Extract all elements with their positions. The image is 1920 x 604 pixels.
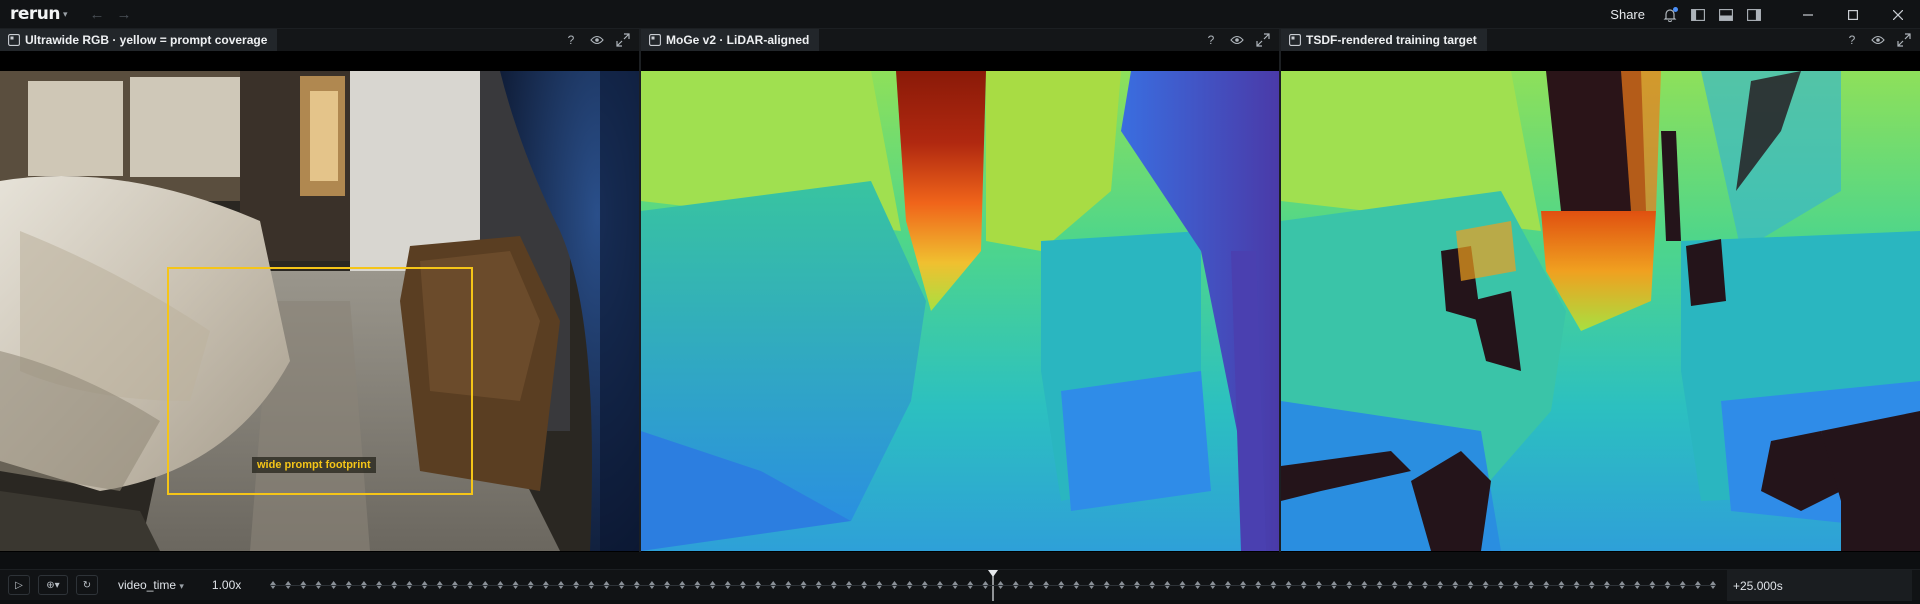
top-right-controls: Share xyxy=(1610,0,1920,29)
timeline-bar: ▷ ⊕▾ ↻ video_time ▾ 1.00x +25.000s xyxy=(0,569,1920,601)
panel-title: MoGe v2 · LiDAR-aligned xyxy=(666,33,810,47)
panel-title: TSDF-rendered training target xyxy=(1306,33,1477,47)
timeline-axis xyxy=(270,585,1716,586)
forward-arrow-icon[interactable]: → xyxy=(117,6,132,23)
moge-depth-image[interactable] xyxy=(641,71,1279,551)
prompt-coverage-label: wide prompt footprint xyxy=(252,457,376,473)
maximize-icon[interactable] xyxy=(1830,0,1875,29)
panel-header: Ultrawide RGB · yellow = prompt coverage… xyxy=(0,29,639,51)
eye-icon[interactable] xyxy=(1229,32,1245,48)
share-button[interactable]: Share xyxy=(1610,7,1645,22)
tsdf-depth-image[interactable] xyxy=(1281,71,1920,551)
moge-depth-panel: MoGe v2 · LiDAR-aligned ? xyxy=(641,29,1279,552)
eye-icon[interactable] xyxy=(1870,32,1886,48)
panel-controls: ? xyxy=(1844,29,1912,51)
image-view-icon xyxy=(649,34,661,46)
question-mark-icon[interactable]: ? xyxy=(1844,32,1860,48)
panel-tab[interactable]: TSDF-rendered training target xyxy=(1281,29,1487,51)
rgb-image[interactable]: wide prompt footprint xyxy=(0,71,639,551)
timeline-selector[interactable]: video_time ▾ xyxy=(118,578,184,592)
chevron-down-icon: ▾ xyxy=(179,581,184,591)
time-offset-field[interactable]: +25.000s xyxy=(1727,570,1912,601)
timeline-track[interactable] xyxy=(270,570,1716,601)
rerun-logo[interactable]: rerun xyxy=(10,4,61,24)
eye-icon[interactable] xyxy=(589,32,605,48)
minimize-icon[interactable] xyxy=(1785,0,1830,29)
expand-icon[interactable] xyxy=(615,32,631,48)
panel-tab[interactable]: MoGe v2 · LiDAR-aligned xyxy=(641,29,820,51)
expand-icon[interactable] xyxy=(1896,32,1912,48)
question-mark-icon[interactable]: ? xyxy=(1203,32,1219,48)
toggle-left-panel-icon[interactable] xyxy=(1687,0,1709,29)
toggle-bottom-panel-icon[interactable] xyxy=(1715,0,1737,29)
timeline-name: video_time xyxy=(118,578,177,592)
bell-icon[interactable] xyxy=(1659,0,1681,29)
top-bar: rerun ▾ ← → Share xyxy=(0,0,1920,29)
playback-speed[interactable]: 1.00x xyxy=(212,578,241,592)
toggle-right-panel-icon[interactable] xyxy=(1743,0,1765,29)
loop-icon[interactable]: ↻ xyxy=(76,575,98,595)
image-view-icon xyxy=(8,34,20,46)
close-icon[interactable] xyxy=(1875,0,1920,29)
expand-icon[interactable] xyxy=(1255,32,1271,48)
panel-tab[interactable]: Ultrawide RGB · yellow = prompt coverage xyxy=(0,29,278,51)
question-mark-icon[interactable]: ? xyxy=(563,32,579,48)
playhead-handle[interactable] xyxy=(988,570,998,577)
follow-playhead-icon[interactable]: ⊕▾ xyxy=(38,575,68,595)
panel-controls: ? xyxy=(1203,29,1271,51)
tsdf-target-panel: TSDF-rendered training target ? xyxy=(1281,29,1920,552)
depth-colormap xyxy=(641,71,1279,551)
panel-controls: ? xyxy=(563,29,631,51)
image-view-icon xyxy=(1289,34,1301,46)
back-arrow-icon[interactable]: ← xyxy=(90,6,105,23)
notification-dot xyxy=(1673,7,1678,12)
history-nav: ← → xyxy=(90,6,132,23)
panel-header: MoGe v2 · LiDAR-aligned ? xyxy=(641,29,1279,51)
depth-colormap xyxy=(1281,71,1920,551)
panel-title: Ultrawide RGB · yellow = prompt coverage xyxy=(25,33,268,47)
play-button[interactable]: ▷ xyxy=(8,575,30,595)
panel-header: TSDF-rendered training target ? xyxy=(1281,29,1920,51)
chevron-down-icon[interactable]: ▾ xyxy=(63,9,68,20)
rgb-view-panel: Ultrawide RGB · yellow = prompt coverage… xyxy=(0,29,639,552)
